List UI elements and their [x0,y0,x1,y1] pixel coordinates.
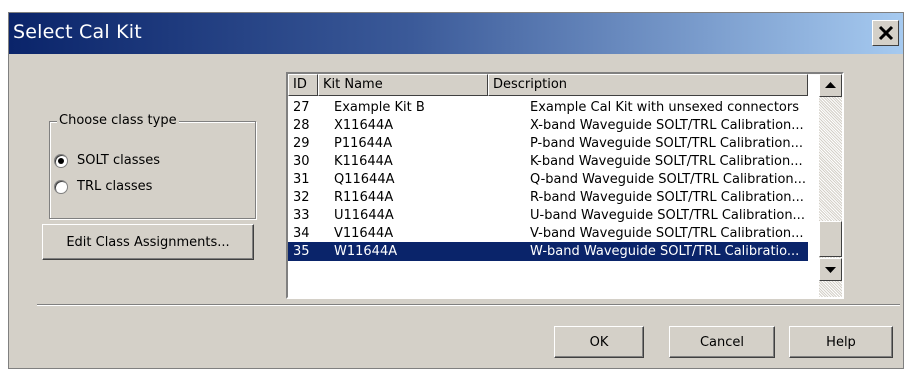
row-id: 30 [293,154,310,169]
radio-selected-dot [58,157,64,164]
row-description: Q-band Waveguide SOLT/TRL Calibration... [530,172,807,187]
row-kit-name: K11644A [334,154,393,169]
separator-line [37,304,900,306]
arrow-up-icon [825,82,836,88]
row-id: 33 [293,208,310,223]
column-header-kit-name[interactable]: Kit Name [318,74,488,96]
column-header-description[interactable]: Description [488,74,808,96]
edit-class-assignments-button[interactable]: Edit Class Assignments... [42,224,254,260]
row-description: P-band Waveguide SOLT/TRL Calibration... [530,136,803,151]
row-kit-name: U11644A [334,208,394,223]
table-row[interactable]: 34 V11644A V-band Waveguide SOLT/TRL Cal… [288,224,808,243]
row-kit-name: V11644A [334,226,394,241]
solt-classes-label: SOLT classes [77,153,161,168]
row-kit-name: R11644A [334,190,394,205]
column-header-id[interactable]: ID [288,74,318,96]
row-description: K-band Waveguide SOLT/TRL Calibration... [530,154,803,169]
table-row[interactable]: 27 Example Kit B Example Cal Kit with un… [288,98,808,117]
row-id: 31 [293,172,310,187]
row-description: U-band Waveguide SOLT/TRL Calibration... [530,208,805,223]
table-row[interactable]: 32 R11644A R-band Waveguide SOLT/TRL Cal… [288,188,808,207]
class-type-legend: Choose class type [57,113,179,128]
class-type-group: Choose class type [49,113,256,219]
row-kit-name: Example Kit B [334,100,425,115]
table-row[interactable]: 29 P11644A P-band Waveguide SOLT/TRL Cal… [288,134,808,153]
help-button[interactable]: Help [789,326,893,358]
row-id: 34 [293,226,310,241]
ok-button[interactable]: OK [554,326,644,358]
close-button[interactable] [872,20,899,46]
scroll-thumb[interactable] [819,221,842,257]
trl-radio-button[interactable] [54,179,68,194]
scroll-up-button[interactable] [819,74,842,97]
row-description: V-band Waveguide SOLT/TRL Calibration... [530,226,804,241]
table-row[interactable]: 28 X11644A X-band Waveguide SOLT/TRL Cal… [288,116,808,135]
select-cal-kit-dialog: Select Cal Kit Choose class type SOLT cl… [8,12,904,369]
table-row[interactable]: 31 Q11644A Q-band Waveguide SOLT/TRL Cal… [288,170,808,189]
title-bar[interactable]: Select Cal Kit [9,13,903,54]
cal-kit-list[interactable]: ID Kit Name Description 27 Example Kit B… [286,72,844,299]
row-id: 28 [293,118,310,133]
row-kit-name: X11644A [334,118,394,133]
solt-classes-radio[interactable]: SOLT classes [54,153,160,168]
row-description: Example Cal Kit with unsexed connectors [530,100,799,115]
table-row[interactable]: 33 U11644A U-band Waveguide SOLT/TRL Cal… [288,206,808,225]
row-kit-name: Q11644A [334,172,395,187]
cancel-button[interactable]: Cancel [669,326,775,358]
dialog-title: Select Cal Kit [13,21,142,43]
row-id: 35 [293,244,310,259]
row-kit-name: P11644A [334,136,393,151]
arrow-down-icon [825,267,836,273]
list-header: ID Kit Name Description [288,74,808,96]
row-description: R-band Waveguide SOLT/TRL Calibration... [530,190,804,205]
trl-classes-label: TRL classes [77,179,153,194]
scroll-down-button[interactable] [819,258,842,281]
close-icon [878,25,894,41]
row-id: 29 [293,136,310,151]
row-id: 32 [293,190,310,205]
solt-radio-button[interactable] [54,153,68,168]
vertical-scrollbar[interactable] [819,74,842,297]
table-row[interactable]: 30 K11644A K-band Waveguide SOLT/TRL Cal… [288,152,808,171]
table-row-selected[interactable]: 35 W11644A W-band Waveguide SOLT/TRL Cal… [288,242,808,261]
trl-classes-radio[interactable]: TRL classes [54,179,152,194]
row-kit-name: W11644A [334,244,398,259]
row-description: W-band Waveguide SOLT/TRL Calibratio... [530,244,800,259]
row-description: X-band Waveguide SOLT/TRL Calibration... [530,118,804,133]
row-id: 27 [293,100,310,115]
